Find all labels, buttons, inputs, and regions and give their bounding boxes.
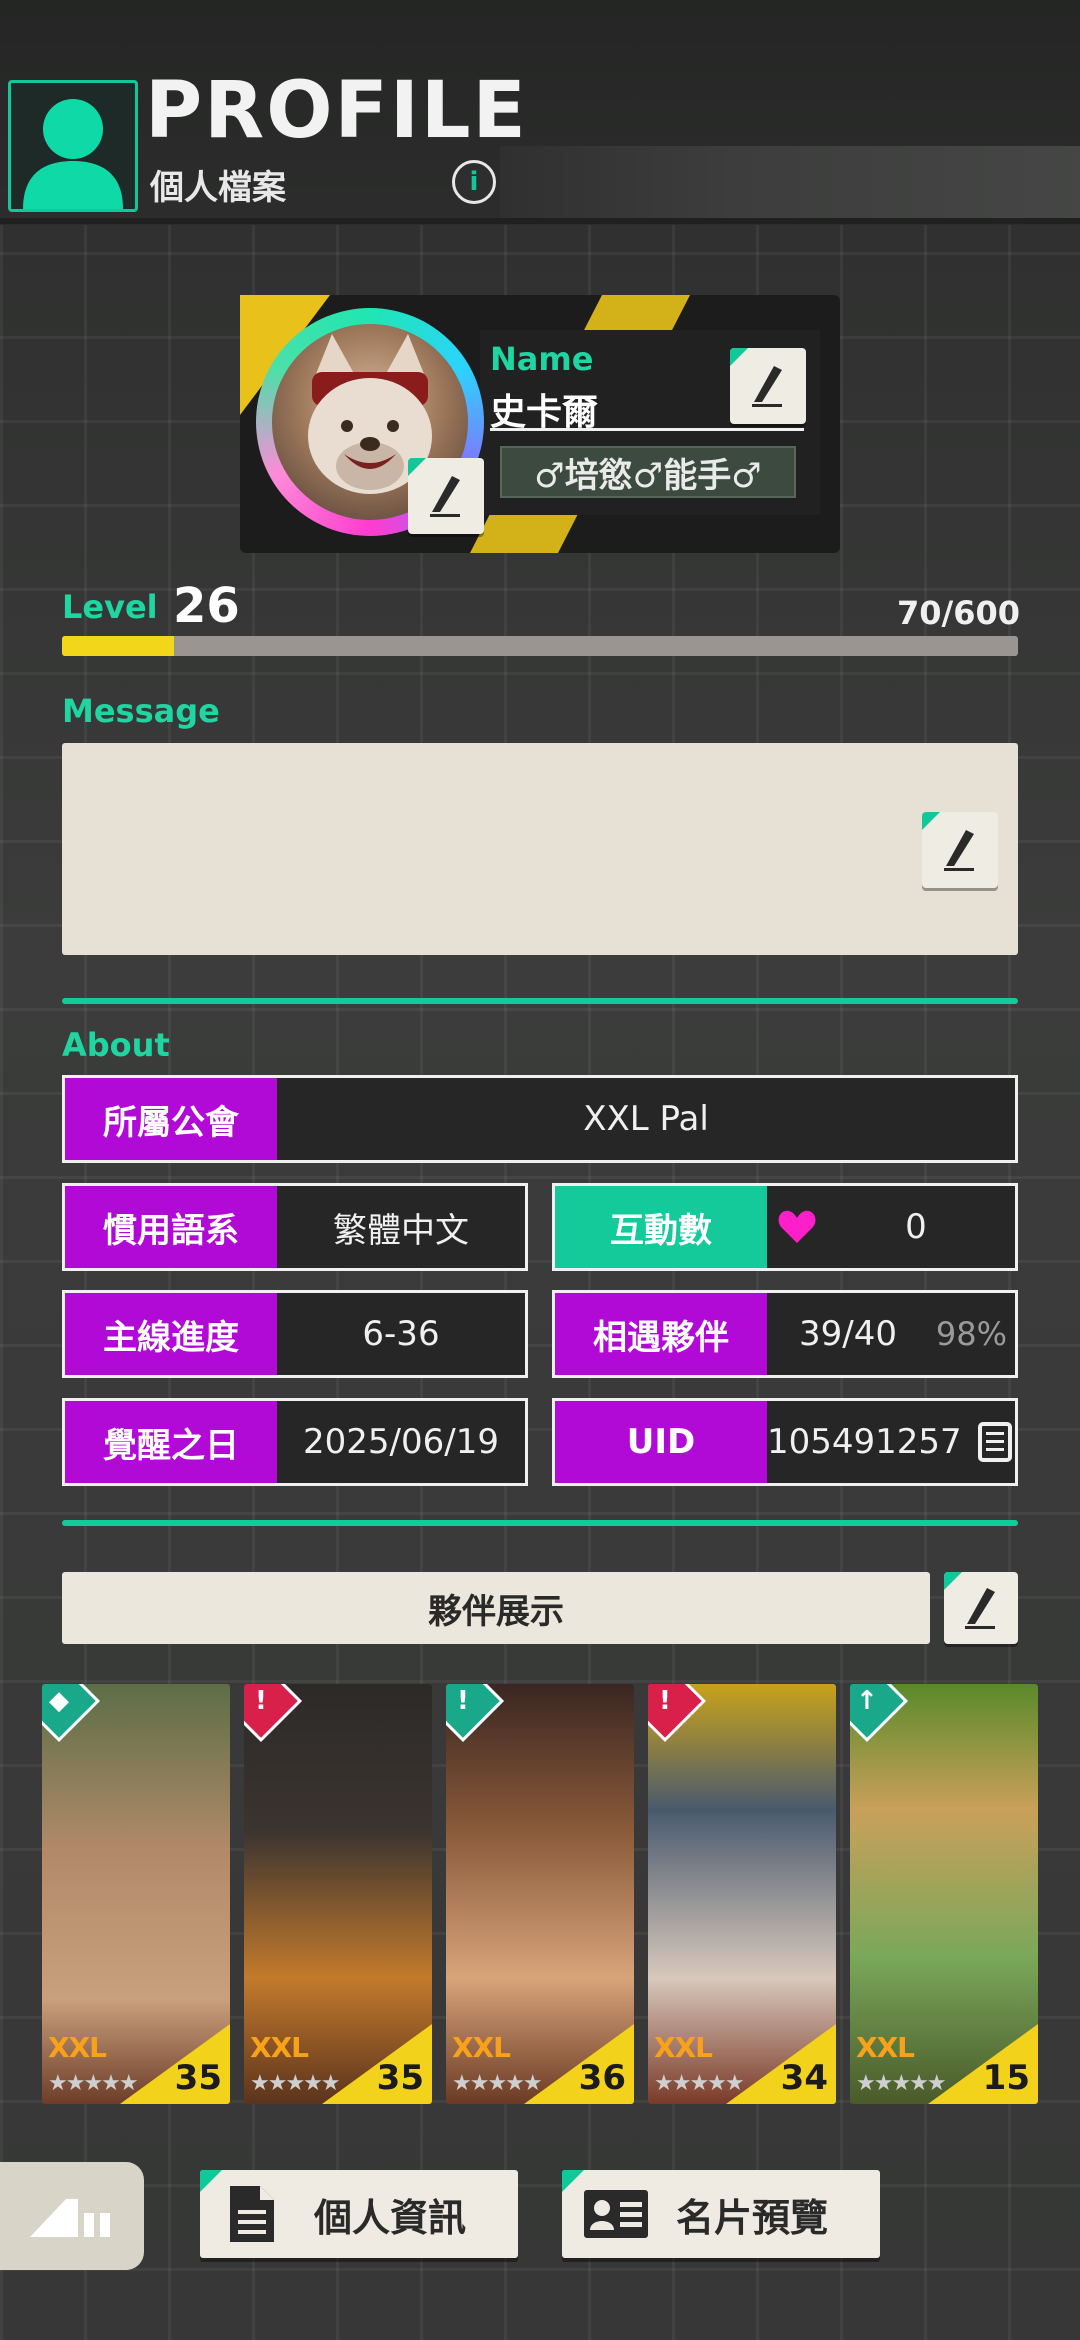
pal-class-badge: ! [244,1684,303,1743]
card-preview-button[interactable]: 名片預覽 [562,2170,880,2258]
edit-icon [752,366,782,407]
pal-card[interactable]: ! XXL ★★★★★ 35 [244,1684,432,2104]
pals-met-cell: 39/40 98% [767,1293,1015,1375]
heart-icon [778,1210,816,1243]
pal-class-badge: ! [446,1684,505,1743]
pals-met-key: 相遇夥伴 [555,1293,767,1375]
uid-row: UID 105491257 [552,1398,1018,1486]
pal-stars: ★★★★★ [48,2071,139,2096]
personal-info-label: 個人資訊 [314,2195,467,2240]
edit-icon [430,476,460,517]
edit-icon [944,830,974,871]
avatar-edit-button[interactable] [408,458,484,534]
interactions-value-cell: 0 [767,1186,1015,1268]
pal-level: 35 [174,2058,222,2098]
pal-card[interactable]: ! XXL ★★★★★ 34 [648,1684,836,2104]
divider-top [62,998,1018,1004]
name-underline [490,428,804,431]
uid-cell: 105491257 [767,1401,1024,1483]
pal-class-badge: ↑ [850,1684,909,1743]
pal-stars: ★★★★★ [452,2071,543,2096]
uid-value: 105491257 [767,1422,962,1462]
name-label: Name [490,340,594,378]
pal-card[interactable]: ↑ XXL ★★★★★ 15 [850,1684,1038,2104]
pals-met-percent: 98% [935,1315,1007,1353]
name-edit-button[interactable] [730,348,806,424]
exp-bar [62,636,1018,656]
pal-xxl-logo: XXL [48,2031,107,2064]
pal-xxl-logo: XXL [452,2031,511,2064]
pal-level: 34 [780,2058,828,2098]
side-menu-tab[interactable] [0,2162,144,2270]
pal-stars: ★★★★★ [856,2071,947,2096]
message-edit-button[interactable] [922,812,998,888]
pal-class-badge: ! [648,1684,707,1743]
header-stripe [500,146,1080,218]
showcase-edit-button[interactable] [944,1572,1018,1644]
progress-key: 主線進度 [65,1293,277,1375]
title-tag[interactable]: ♂培慾♂能手♂ [500,446,796,498]
language-row: 慣用語系 繁體中文 [62,1183,528,1271]
pal-level: 15 [982,2058,1030,2098]
pal-card[interactable]: ◆ XXL ★★★★★ 35 [42,1684,230,2104]
pal-stars: ★★★★★ [654,2071,745,2096]
guild-value: XXL Pal [583,1099,709,1139]
card-preview-label: 名片預覽 [676,2195,829,2240]
pal-xxl-logo: XXL [654,2031,713,2064]
divider-bottom [62,1520,1018,1526]
personal-info-button[interactable]: 個人資訊 [200,2170,518,2258]
awaken-key: 覺醒之日 [65,1401,277,1483]
message-label: Message [62,692,220,730]
awaken-row: 覺醒之日 2025/06/19 [62,1398,528,1486]
info-icon[interactable]: i [452,160,496,204]
page-title: PROFILE [145,66,528,156]
pal-level: 35 [376,2058,424,2098]
message-text [62,743,1018,803]
level-value: 26 [173,578,240,634]
page-subtitle: 個人檔案 [150,168,286,208]
uid-key: UID [555,1401,767,1483]
level-label: Level [62,588,158,626]
pal-xxl-logo: XXL [250,2031,309,2064]
edit-icon [965,1588,995,1629]
user-icon [8,80,138,212]
exp-bar-fill [62,636,174,656]
interactions-value: 0 [905,1207,927,1247]
pals-met-value: 39/40 [799,1314,897,1354]
progress-row: 主線進度 6-36 [62,1290,528,1378]
exp-text: 70/600 [896,594,1020,632]
about-label: About [62,1026,170,1064]
pal-xxl-logo: XXL [856,2031,915,2064]
language-key: 慣用語系 [65,1186,277,1268]
progress-value: 6-36 [362,1314,440,1354]
pal-class-badge: ◆ [42,1684,101,1743]
pal-card[interactable]: ! XXL ★★★★★ 36 [446,1684,634,2104]
language-value: 繁體中文 [333,1210,469,1251]
header-divider [0,218,1080,224]
signal-icon [30,2199,110,2237]
id-card-icon [584,2190,648,2238]
guild-key: 所屬公會 [65,1078,277,1160]
interactions-row: 互動數 0 [552,1183,1018,1271]
pal-stars: ★★★★★ [250,2071,341,2096]
pal-level: 36 [578,2058,626,2098]
copy-icon[interactable] [977,1422,1012,1462]
awaken-value: 2025/06/19 [303,1422,499,1462]
pals-met-row: 相遇夥伴 39/40 98% [552,1290,1018,1378]
message-box[interactable] [62,743,1018,955]
interactions-key: 互動數 [555,1186,767,1268]
guild-row: 所屬公會 XXL Pal [62,1075,1018,1163]
document-icon [230,2186,274,2242]
pal-showcase-title: 夥伴展示 [62,1572,930,1644]
